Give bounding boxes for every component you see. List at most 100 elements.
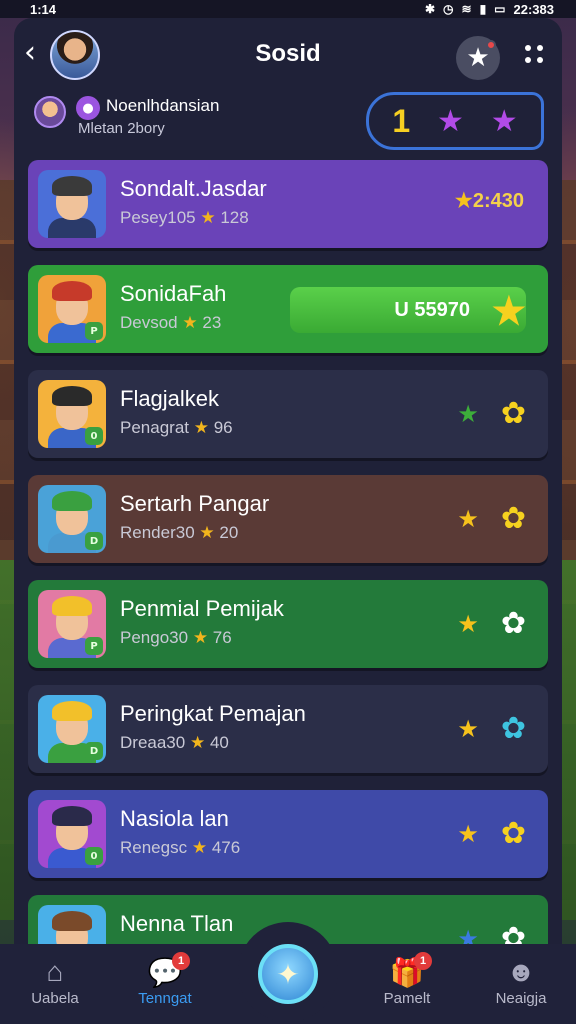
- star-icon: ★: [457, 399, 479, 428]
- avatar-hair: [52, 386, 92, 406]
- avatar-hair: [52, 911, 92, 931]
- avatar: P: [38, 590, 106, 658]
- leaderboard-list: Sondalt.Jasdar Pesey105 ★ 128 ★2:430 P Sonid…: [28, 160, 548, 1000]
- player-subtitle: Penagrat ★ 96: [120, 418, 233, 438]
- more-options-button[interactable]: [522, 42, 546, 66]
- avatar-hair: [52, 596, 92, 616]
- player-name: SonidaFah: [120, 281, 227, 306]
- notification-badge: 1: [172, 952, 190, 970]
- rank-number: 1: [392, 102, 411, 139]
- gift-icon: 🎁: [389, 957, 425, 988]
- player-subtitle: Pesey105 ★ 128: [120, 208, 249, 228]
- score-pill[interactable]: U 55970 ★: [290, 287, 526, 333]
- reward-icon: ✿: [500, 501, 526, 536]
- star-icon: ★: [199, 523, 215, 542]
- avatar-hair: [52, 806, 92, 826]
- player-name: Penmial Pemijak: [120, 596, 284, 621]
- player-name: Nenna Tlan: [120, 911, 234, 936]
- notification-dot: [486, 40, 496, 50]
- player-subtitle: Dreaa30 ★ 40: [120, 733, 229, 753]
- star-icon: ★: [457, 819, 479, 848]
- alarm-icon: ◷: [443, 2, 454, 16]
- nav-label: Neaigja: [495, 990, 547, 1007]
- player-sub-stat: 476: [211, 838, 241, 857]
- avatar-hair: [52, 701, 92, 721]
- reward-icons: ★ ✿: [457, 606, 526, 641]
- player-sub-stat: 20: [219, 523, 239, 542]
- reward-icon: ✿: [500, 606, 526, 641]
- player-sub-label: Dreaa30: [120, 733, 186, 752]
- header: ‹ Sosid ★: [14, 18, 562, 96]
- center-action-button[interactable]: ✦: [258, 944, 318, 1004]
- avatar-hair: [52, 176, 92, 196]
- avatar-badge: 0: [85, 847, 103, 865]
- favorite-button[interactable]: ★: [456, 36, 500, 80]
- avatar: D: [38, 695, 106, 763]
- nav-label: Uabela: [31, 990, 79, 1007]
- avatar-badge: D: [85, 742, 103, 760]
- player-name: Flagjalkek: [120, 386, 220, 411]
- status-bar: 1:14 ✱ ◷ ≋ ▮ ▭ 22:383: [0, 0, 576, 18]
- nav-item[interactable]: ☻ Neaigja: [466, 956, 576, 1007]
- avatar: [38, 170, 106, 238]
- sub-header-status: Mletan 2bory: [78, 120, 165, 137]
- star-icon: ★: [189, 733, 206, 752]
- star-icon: ★: [457, 609, 479, 638]
- avatar-badge: P: [85, 322, 103, 340]
- player-sub-label: Devsod: [120, 313, 178, 332]
- home-icon: ⌂: [46, 956, 64, 987]
- star-icon: ★: [182, 313, 198, 332]
- player-sub-stat: 96: [213, 418, 233, 437]
- star-icon: ★: [454, 190, 473, 212]
- avatar: P: [38, 275, 106, 343]
- player-name: Sondalt.Jasdar: [120, 176, 267, 201]
- nav-label: Pamelt: [383, 990, 431, 1007]
- player-sub-stat: 128: [220, 208, 249, 227]
- list-item[interactable]: 0 Nasiola lan Renegsc ★ 476 ★ ✿: [28, 790, 548, 878]
- star-icon: ★: [200, 208, 216, 227]
- user-avatar-small[interactable]: [34, 96, 66, 128]
- status-right-text: 22:383: [513, 1, 554, 17]
- rank-box[interactable]: 1 ★ ★: [366, 92, 544, 150]
- reward-icons: ★ ✿: [457, 711, 526, 746]
- chat-icon: 💬: [147, 957, 183, 988]
- nav-label: Tenngat: [138, 990, 192, 1007]
- list-item[interactable]: P SonidaFah Devsod ★ 23 U 55970 ★: [28, 265, 548, 353]
- list-item[interactable]: Sondalt.Jasdar Pesey105 ★ 128 ★2:430: [28, 160, 548, 248]
- reward-icons: ★ ✿: [457, 501, 526, 536]
- nav-item[interactable]: 🎁 Pamelt 1: [352, 952, 462, 1007]
- list-item[interactable]: D Peringkat Pemajan Dreaa30 ★ 40 ★ ✿: [28, 685, 548, 773]
- nav-item[interactable]: ⌂ Uabela: [0, 956, 110, 1007]
- list-item[interactable]: 0 Flagjalkek Penagrat ★ 96 ★ ✿: [28, 370, 548, 458]
- avatar: D: [38, 485, 106, 553]
- profile-icon: ☻: [506, 956, 536, 987]
- wifi-icon: ≋: [461, 2, 472, 16]
- purple-star-icon: ★: [436, 103, 464, 139]
- star-icon: ★: [193, 418, 209, 437]
- player-subtitle: Renegsc ★ 476: [120, 838, 240, 858]
- leaderboard-panel: ‹ Sosid ★ ● Noenlhdansian Mletan 2bory 1…: [14, 18, 562, 983]
- player-subtitle: Pengo30 ★ 76: [120, 628, 232, 648]
- player-name: Peringkat Pemajan: [120, 701, 306, 726]
- reward-icon: ✿: [500, 396, 526, 431]
- bluetooth-icon: ✱: [424, 2, 436, 16]
- avatar: 0: [38, 380, 106, 448]
- score-value: 2:430: [472, 190, 524, 212]
- avatar: 0: [38, 800, 106, 868]
- sparkle-icon: ✦: [276, 957, 300, 991]
- star-icon: ★: [457, 504, 479, 533]
- notification-badge: 1: [414, 952, 432, 970]
- reward-icon: ✿: [500, 816, 526, 851]
- avatar-hair: [52, 491, 92, 511]
- avatar-badge: D: [85, 532, 103, 550]
- purple-star-icon: ★: [490, 103, 518, 139]
- player-name: Sertarh Pangar: [120, 491, 270, 516]
- nav-item[interactable]: 💬 Tenngat 1: [110, 952, 220, 1007]
- player-sub-stat: 23: [202, 313, 222, 332]
- status-icons: ✱ ◷ ≋ ▮ ▭ 22:383: [425, 2, 554, 17]
- list-item[interactable]: P Penmial Pemijak Pengo30 ★ 76 ★ ✿: [28, 580, 548, 668]
- list-item[interactable]: D Sertarh Pangar Render30 ★ 20 ★ ✿: [28, 475, 548, 563]
- player-name: Nasiola lan: [120, 806, 229, 831]
- sub-header-name: Noenlhdansian: [106, 96, 220, 115]
- location-pin-icon: ●: [76, 96, 100, 120]
